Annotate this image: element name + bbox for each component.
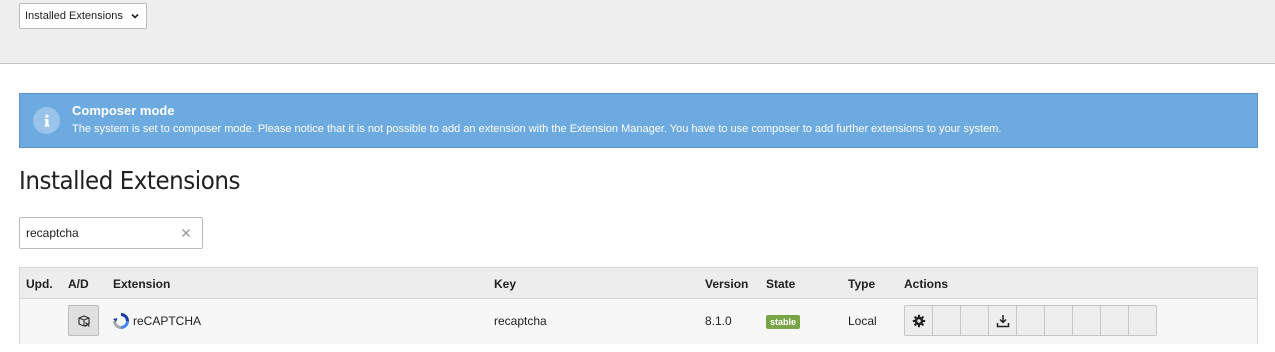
extension-title[interactable]: reCAPTCHA	[133, 314, 201, 328]
extension-type: Local	[848, 314, 877, 328]
action-button-6	[1044, 305, 1073, 336]
search-input[interactable]	[20, 218, 180, 248]
page-title: Installed Extensions	[19, 166, 241, 195]
chevron-down-icon	[131, 13, 139, 19]
extension-key: recaptcha	[494, 314, 547, 328]
configure-button[interactable]	[904, 305, 933, 336]
callout-title: Composer mode	[72, 103, 175, 118]
doc-header: Installed Extensions	[0, 0, 1275, 64]
action-button-5	[1016, 305, 1045, 336]
state-badge: stable	[766, 315, 801, 329]
info-icon	[33, 107, 60, 134]
deactivate-icon	[77, 314, 90, 327]
column-state[interactable]: State	[766, 277, 795, 291]
table-header: Upd. A/D Extension Key Version State Typ…	[20, 268, 1257, 299]
column-key[interactable]: Key	[494, 277, 516, 291]
gear-icon	[912, 314, 925, 327]
action-button-7	[1072, 305, 1101, 336]
column-actions: Actions	[904, 277, 949, 291]
extensions-table: Upd. A/D Extension Key Version State Typ…	[19, 267, 1258, 344]
column-version[interactable]: Version	[705, 277, 748, 291]
action-button-2	[932, 305, 961, 336]
module-menu-select[interactable]: Installed Extensions	[19, 3, 147, 29]
column-extension[interactable]: Extension	[113, 277, 170, 291]
column-ad[interactable]: A/D	[68, 277, 89, 291]
module-menu-selected-value: Installed Extensions	[25, 10, 123, 22]
download-icon	[996, 314, 1009, 327]
column-type[interactable]: Type	[848, 277, 875, 291]
extension-version: 8.1.0	[705, 314, 732, 328]
callout-message: The system is set to composer mode. Plea…	[72, 123, 1002, 135]
composer-mode-callout: Composer mode The system is set to compo…	[19, 93, 1258, 148]
table-row: reCAPTCHA recaptcha 8.1.0 stable Local	[20, 299, 1257, 344]
recaptcha-logo-icon	[113, 313, 129, 329]
action-button-3	[960, 305, 989, 336]
column-upd[interactable]: Upd.	[26, 277, 53, 291]
action-button-9	[1128, 305, 1157, 336]
close-icon[interactable]	[181, 228, 191, 238]
deactivate-button[interactable]	[68, 305, 99, 336]
actions-group	[904, 305, 1157, 336]
action-button-8	[1100, 305, 1129, 336]
download-button[interactable]	[988, 305, 1017, 336]
extension-search	[19, 217, 203, 249]
